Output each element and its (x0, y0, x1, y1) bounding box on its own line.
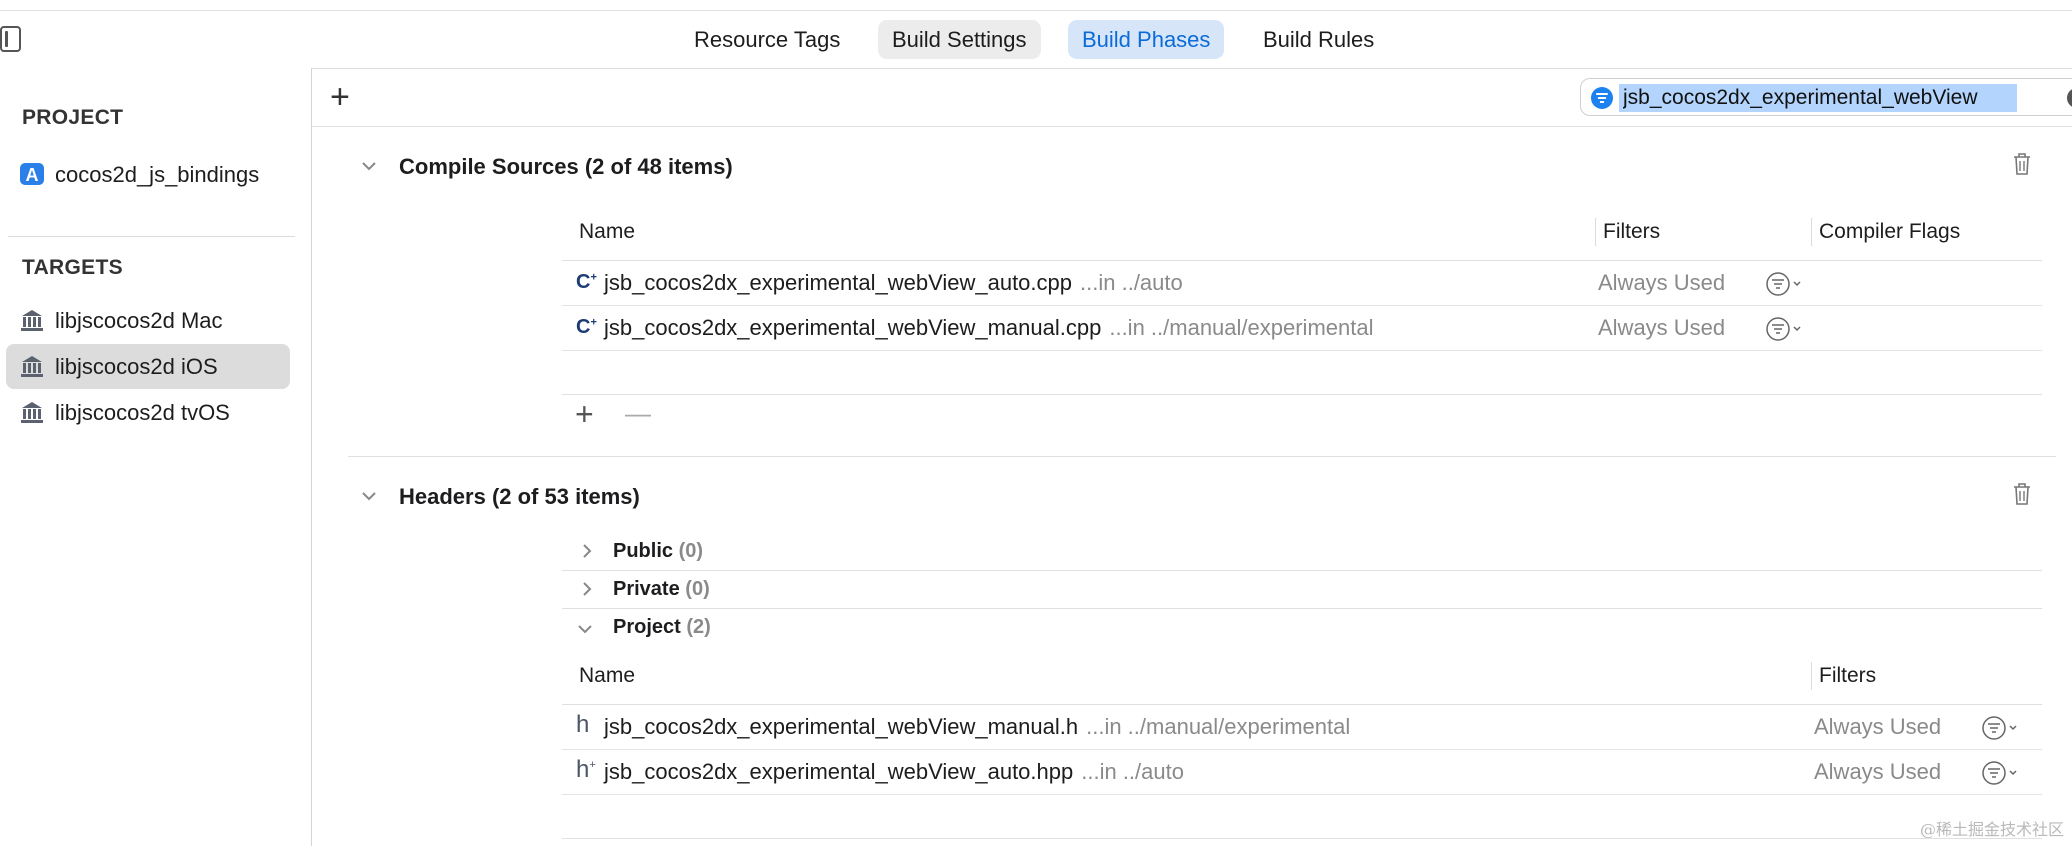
filter-value: Always Used (1814, 714, 1942, 739)
chevron-down-icon[interactable] (578, 622, 592, 636)
compile-sources-title[interactable]: Compile Sources (2 of 48 items) (399, 154, 733, 180)
file-name: jsb_cocos2dx_experimental_webView_manual… (604, 315, 1374, 340)
library-target-icon (21, 402, 43, 423)
file-path: ...in ../auto (1080, 270, 1183, 295)
watermark-text: @稀土掘金技术社区 (1919, 820, 2064, 839)
app-project-icon: A (20, 163, 44, 185)
filter-menu-icon[interactable] (1982, 761, 2022, 785)
file-path: ...in ../manual/experimental (1109, 315, 1374, 340)
column-separator (1811, 662, 1812, 690)
navigator-sidebar: PROJECT A cocos2d_js_bindings TARGETS li… (0, 68, 312, 846)
trash-icon[interactable] (2012, 152, 2032, 176)
library-target-icon (21, 310, 43, 331)
filter-menu-icon[interactable] (1766, 317, 1806, 341)
chevron-down-icon[interactable] (362, 159, 376, 173)
targets-section-header: TARGETS (22, 256, 123, 279)
filter-search-input[interactable] (1619, 84, 2017, 112)
filter-menu-icon[interactable] (1982, 716, 2022, 740)
tab-build-phases[interactable]: Build Phases (1068, 20, 1225, 59)
sidebar-item-target-tvos[interactable]: libjscocos2d tvOS (6, 390, 290, 435)
add-build-phase-button[interactable]: + (330, 80, 350, 114)
table-row[interactable]: h jsb_cocos2dx_experimental_webView_manu… (562, 705, 2042, 750)
file-name: jsb_cocos2dx_experimental_webView_manual… (604, 714, 1351, 739)
cpp-file-icon: C+ (576, 316, 597, 338)
project-section-header: PROJECT (22, 106, 124, 129)
sidebar-item-label: cocos2d_js_bindings (55, 162, 260, 187)
tab-build-rules[interactable]: Build Rules (1249, 20, 1388, 59)
column-header-compiler-flags[interactable]: Compiler Flags (1819, 220, 1960, 244)
column-separator (1811, 218, 1812, 246)
filter-value: Always Used (1598, 270, 1726, 295)
header-file-icon: h+ (576, 756, 596, 783)
tab-build-settings[interactable]: Build Settings (878, 20, 1041, 59)
phases-toolbar: + ✕ (312, 68, 2072, 127)
group-project[interactable]: Project (2) (613, 616, 711, 639)
file-name: jsb_cocos2dx_experimental_webView_auto.c… (604, 270, 1183, 295)
filter-icon[interactable] (1591, 87, 1613, 109)
table-footer-divider (562, 394, 2042, 395)
column-header-filters[interactable]: Filters (1819, 664, 1876, 688)
file-path: ...in ../manual/experimental (1086, 714, 1351, 739)
filter-value: Always Used (1814, 759, 1942, 784)
table-row[interactable]: C+ jsb_cocos2dx_experimental_webView_man… (562, 306, 2042, 351)
chevron-right-icon[interactable] (580, 544, 594, 558)
sidebar-toggle-icon[interactable] (0, 26, 21, 52)
filter-search-field[interactable]: ✕ (1580, 78, 2072, 116)
filter-value: Always Used (1598, 315, 1726, 340)
header-file-icon: h (576, 711, 590, 738)
sidebar-item-project[interactable]: A cocos2d_js_bindings (6, 152, 290, 197)
trash-icon[interactable] (2012, 482, 2032, 506)
add-file-button[interactable]: + (575, 396, 594, 433)
group-divider (562, 570, 2042, 571)
column-header-name[interactable]: Name (579, 664, 635, 688)
phase-divider (348, 456, 2056, 457)
sidebar-item-target-mac[interactable]: libjscocos2d Mac (6, 298, 290, 343)
headers-title[interactable]: Headers (2 of 53 items) (399, 484, 640, 510)
window-top-divider (0, 10, 2072, 11)
clear-search-icon[interactable]: ✕ (2067, 88, 2072, 108)
file-path: ...in ../auto (1081, 759, 1184, 784)
sidebar-item-label: libjscocos2d Mac (55, 308, 223, 333)
table-footer-divider (562, 838, 2042, 839)
group-divider (562, 608, 2042, 609)
sidebar-item-label: libjscocos2d tvOS (55, 400, 230, 425)
file-name: jsb_cocos2dx_experimental_webView_auto.h… (604, 759, 1184, 784)
library-target-icon (21, 356, 43, 377)
group-private[interactable]: Private (0) (613, 578, 710, 601)
chevron-down-icon[interactable] (362, 489, 376, 503)
cpp-file-icon: C+ (576, 271, 597, 293)
group-public[interactable]: Public (0) (613, 540, 703, 563)
column-header-name[interactable]: Name (579, 220, 635, 244)
column-separator (1595, 218, 1596, 246)
sidebar-item-label: libjscocos2d iOS (55, 354, 218, 379)
sidebar-item-target-ios[interactable]: libjscocos2d iOS (6, 344, 290, 389)
remove-file-button[interactable]: — (625, 398, 651, 429)
table-row[interactable]: C+ jsb_cocos2dx_experimental_webView_aut… (562, 261, 2042, 306)
filter-menu-icon[interactable] (1766, 272, 1806, 296)
tab-resource-tags[interactable]: Resource Tags (680, 20, 854, 59)
build-phases-editor: + ✕ Compile Sources (2 of 48 items) Name… (312, 68, 2072, 846)
tab-bar: Resource Tags Build Settings Build Phase… (0, 0, 2072, 69)
column-header-filters[interactable]: Filters (1603, 220, 1660, 244)
sidebar-divider (8, 236, 295, 237)
chevron-right-icon[interactable] (580, 582, 594, 596)
table-row[interactable]: h+ jsb_cocos2dx_experimental_webView_aut… (562, 750, 2042, 795)
